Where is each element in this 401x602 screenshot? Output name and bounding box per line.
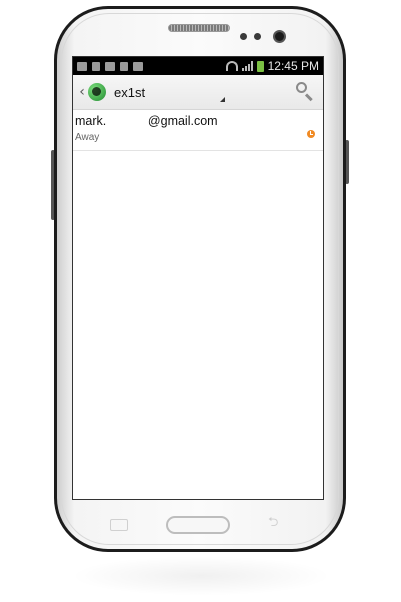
- status-bar-system: 12:45 PM: [225, 59, 319, 73]
- battery-charging-icon: [256, 60, 264, 72]
- back-key-icon[interactable]: ⮌: [268, 516, 284, 529]
- wifi-icon: [225, 61, 238, 71]
- earpiece-speaker: [168, 24, 230, 32]
- status-bar-notifications: [77, 61, 143, 71]
- dropdown-indicator-icon[interactable]: [220, 97, 225, 102]
- status-bar: 12:45 PM: [73, 57, 323, 75]
- proximity-sensor: [240, 33, 247, 40]
- search-icon[interactable]: [295, 81, 315, 102]
- screen: 12:45 PM ‹ ex1st mark. @gmail.com Away: [72, 56, 324, 500]
- account-selector[interactable]: ex1st: [114, 85, 145, 100]
- notification-icon: [77, 61, 87, 71]
- image-icon: [105, 61, 115, 71]
- contact-list-item[interactable]: mark. @gmail.com Away: [73, 110, 323, 151]
- usb-icon: [92, 61, 100, 71]
- lock-icon: [120, 61, 128, 71]
- home-button[interactable]: [166, 516, 230, 534]
- action-bar: ‹ ex1st: [73, 75, 323, 110]
- status-time: 12:45 PM: [267, 59, 319, 73]
- signal-icon: [241, 61, 253, 71]
- away-status-icon: [307, 130, 315, 138]
- phone-reflection: [70, 556, 332, 596]
- contact-email: mark. @gmail.com: [75, 114, 218, 128]
- chevron-left-icon[interactable]: ‹: [76, 84, 88, 100]
- menu-key-icon[interactable]: [110, 519, 128, 531]
- contact-status-text: Away: [75, 132, 100, 143]
- talk-app-icon[interactable]: [88, 83, 106, 101]
- light-sensor: [254, 33, 261, 40]
- play-icon: [133, 61, 143, 71]
- front-camera: [273, 30, 286, 43]
